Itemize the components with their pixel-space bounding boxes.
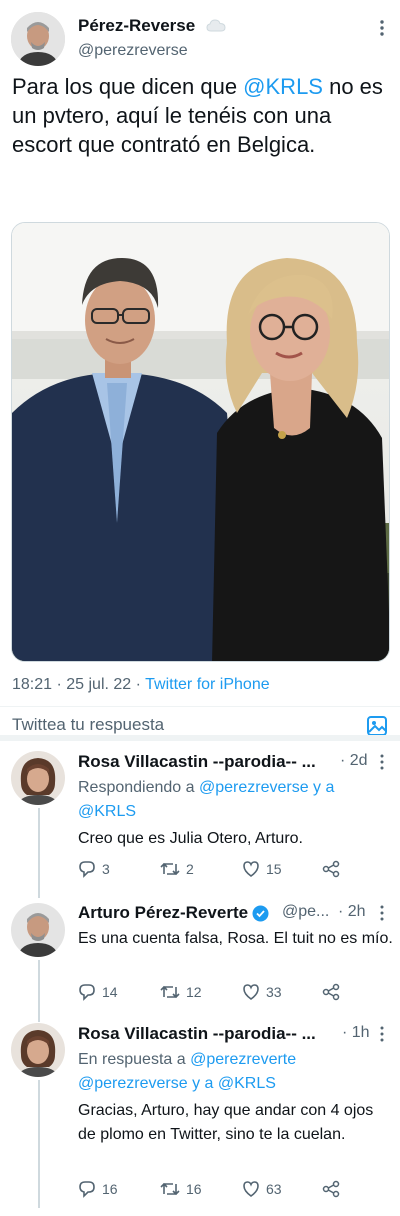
thread-line: [38, 808, 40, 898]
more-icon[interactable]: [378, 754, 386, 775]
reply-count: 3: [102, 861, 110, 877]
avatar-portrait: [11, 1023, 65, 1077]
thread-line: [38, 1080, 40, 1208]
share-icon: [322, 860, 340, 878]
reply-author-name[interactable]: Rosa Villacastin --parodia-- ...: [78, 1024, 316, 1044]
reply-text: Es una cuenta falsa, Rosa. El tuit no es…: [78, 930, 393, 947]
retweet-button[interactable]: 2: [160, 860, 194, 878]
retweet-count: 2: [186, 861, 194, 877]
reply-context-label: Respondiendo a: [78, 779, 199, 796]
reply-button[interactable]: 14: [78, 983, 118, 1001]
like-count: 33: [266, 984, 282, 1000]
tweet-photo[interactable]: [11, 222, 390, 662]
retweet-icon: [160, 1182, 180, 1196]
avatar-portrait: [11, 12, 65, 66]
share-icon: [322, 983, 340, 1001]
reply-button[interactable]: 16: [78, 1180, 118, 1198]
main-author-name-text[interactable]: Pérez-Reverse: [78, 16, 195, 35]
cloud-icon: [206, 17, 226, 37]
like-icon: [243, 861, 259, 877]
reply-author-name-text[interactable]: Arturo Pérez-Reverte: [78, 903, 248, 923]
main-tweet-text: Para los que dicen que @KRLS no es un pv…: [12, 72, 392, 159]
share-icon: [322, 1180, 340, 1198]
verified-icon: [252, 905, 269, 921]
reply-avatar[interactable]: [11, 903, 65, 957]
like-icon: [243, 984, 259, 1000]
reply-time[interactable]: · 1h: [342, 1024, 370, 1042]
reply-icon: [79, 1181, 95, 1198]
retweet-count: 12: [186, 984, 202, 1000]
reply-time[interactable]: · 2h: [338, 903, 366, 921]
section-separator: [0, 735, 400, 741]
main-author-name[interactable]: Pérez-Reverse: [78, 16, 226, 37]
reply-context: Respondiendo a @perezreverse y a @KRLS: [78, 776, 378, 824]
reply-text: Creo que es Julia Otero, Arturo.: [78, 830, 303, 847]
like-count: 15: [266, 861, 282, 877]
reply-count: 14: [102, 984, 118, 1000]
share-button[interactable]: [322, 860, 340, 878]
like-button[interactable]: 33: [242, 983, 282, 1001]
more-icon[interactable]: [378, 1026, 386, 1047]
share-button[interactable]: [322, 1180, 340, 1198]
reply-author-handle[interactable]: @pe...: [282, 903, 329, 921]
retweet-button[interactable]: 12: [160, 983, 202, 1001]
reply-composer[interactable]: Twittea tu respuesta: [0, 707, 400, 735]
reply-button[interactable]: 3: [78, 860, 110, 878]
share-button[interactable]: [322, 983, 340, 1001]
reply-context-label: En respuesta a: [78, 1051, 191, 1068]
image-icon[interactable]: [366, 715, 388, 735]
like-count: 63: [266, 1181, 282, 1197]
reply-text: Gracias, Arturo, hay que andar con 4 ojo…: [78, 1102, 374, 1143]
reply-context: En respuesta a @perezreverte @perezrever…: [78, 1048, 338, 1096]
retweet-icon: [160, 862, 180, 876]
more-icon[interactable]: [372, 18, 392, 38]
reply-icon: [79, 984, 95, 1001]
like-button[interactable]: 15: [242, 860, 282, 878]
reply-count: 16: [102, 1181, 118, 1197]
mention-krls[interactable]: @KRLS: [243, 74, 323, 99]
like-button[interactable]: 63: [242, 1180, 282, 1198]
thread-line: [38, 960, 40, 1022]
main-author-handle[interactable]: @perezreverse: [78, 42, 188, 60]
tweet-text-part-1: Para los que dicen que: [12, 74, 244, 99]
tweet-timestamp[interactable]: 18:21 · 25 jul. 22 ·: [12, 676, 145, 693]
avatar-portrait: [11, 751, 65, 805]
reply-time[interactable]: · 2d: [340, 752, 368, 770]
retweet-count: 16: [186, 1181, 202, 1197]
reply-author-name[interactable]: Arturo Pérez-Reverte: [78, 903, 269, 923]
reply-avatar[interactable]: [11, 751, 65, 805]
image-icon: [12, 223, 389, 661]
retweet-button[interactable]: 16: [160, 1180, 202, 1198]
reply-author-name[interactable]: Rosa Villacastin --parodia-- ...: [78, 752, 316, 772]
reply-placeholder[interactable]: Twittea tu respuesta: [12, 715, 164, 735]
more-icon[interactable]: [378, 905, 386, 926]
reply-avatar[interactable]: [11, 1023, 65, 1077]
tweet-meta: 18:21 · 25 jul. 22 · Twitter for iPhone: [12, 676, 270, 694]
retweet-icon: [160, 985, 180, 999]
main-author-avatar[interactable]: [11, 12, 65, 66]
like-icon: [243, 1181, 259, 1197]
avatar-portrait: [11, 903, 65, 957]
reply-icon: [79, 861, 95, 878]
tweet-source[interactable]: Twitter for iPhone: [145, 676, 270, 693]
